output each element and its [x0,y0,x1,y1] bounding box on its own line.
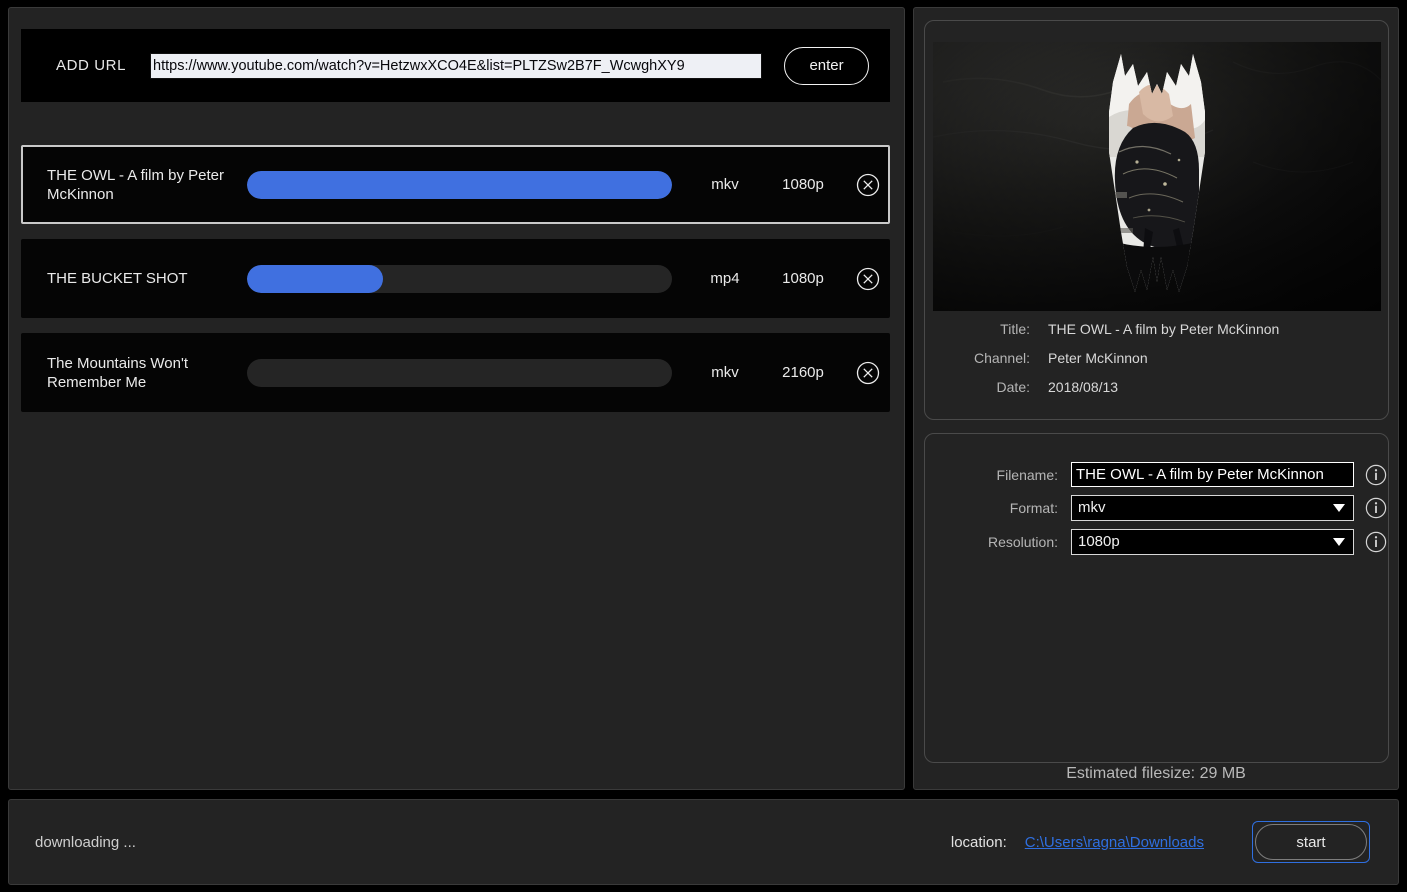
download-options-form: Filename: THE OWL - A film by Peter McKi… [925,462,1388,563]
main-area: ADD URL https://www.youtube.com/watch?v=… [0,0,1407,792]
filename-input[interactable]: THE OWL - A film by Peter McKinnon [1071,462,1354,487]
enter-button[interactable]: enter [784,46,870,85]
estimated-filesize: Estimated filesize: 29 MB [1066,765,1246,782]
close-circle-icon[interactable] [856,173,880,197]
download-format: mp4 [710,270,740,287]
filename-row: Filename: THE OWL - A film by Peter McKi… [925,462,1388,487]
download-row[interactable]: THE BUCKET SHOT mp4 1080p [21,239,890,318]
download-resolution: 2160p [782,364,824,381]
metadata-key: Title: [1000,321,1030,337]
chevron-down-icon [1333,504,1345,512]
resolution-row: Resolution: 1080p [925,529,1388,555]
close-circle-icon[interactable] [856,361,880,385]
metadata-row: Title: THE OWL - A film by Peter McKinno… [925,321,1388,337]
download-list: THE OWL - A film by Peter McKinnon mkv 1… [21,145,890,427]
download-resolution: 1080p [782,270,824,287]
download-title: THE BUCKET SHOT [47,270,188,287]
metadata-row: Channel: Peter McKinnon [925,350,1388,366]
video-info-card: Title: THE OWL - A film by Peter McKinno… [924,20,1389,420]
status-text: downloading ... [35,833,136,851]
metadata-value: 2018/08/13 [1048,379,1119,395]
progress-bar [247,170,672,199]
start-button-focus-ring: start [1252,821,1370,863]
video-metadata: Title: THE OWL - A film by Peter McKinno… [925,321,1388,408]
location-path-link[interactable]: C:\Users\ragna\Downloads [1025,834,1204,851]
download-row[interactable]: THE OWL - A film by Peter McKinnon mkv 1… [21,145,890,224]
info-icon[interactable] [1365,497,1387,519]
resolution-value: 1080p [1078,533,1120,550]
progress-bar [247,358,672,387]
format-value: mkv [1078,499,1106,516]
add-url-label: ADD URL [56,57,127,74]
resolution-select[interactable]: 1080p [1071,529,1354,555]
progress-bar [247,264,672,293]
close-circle-icon[interactable] [856,267,880,291]
download-resolution: 1080p [782,176,824,193]
progress-fill [247,170,672,199]
chevron-down-icon [1333,538,1345,546]
metadata-key: Date: [996,379,1030,395]
video-thumbnail [933,42,1381,311]
download-title: The Mountains Won't Remember Me [47,354,188,391]
downloads-panel: ADD URL https://www.youtube.com/watch?v=… [8,7,905,790]
info-icon[interactable] [1365,531,1387,553]
metadata-key: Channel: [973,350,1030,366]
progress-fill [247,264,383,293]
metadata-value: Peter McKinnon [1048,350,1148,366]
download-format: mkv [711,176,739,193]
status-bar: downloading ... location: C:\Users\ragna… [8,799,1399,885]
location-label: location: [950,833,1007,851]
download-options-card: Filename: THE OWL - A film by Peter McKi… [924,433,1389,763]
download-title: THE OWL - A film by Peter McKinnon [47,166,224,203]
filename-label: Filename: [996,466,1058,483]
resolution-label: Resolution: [987,534,1058,550]
metadata-row: Date: 2018/08/13 [925,379,1388,395]
add-url-bar: ADD URL https://www.youtube.com/watch?v=… [21,29,890,102]
app-window: ADD URL https://www.youtube.com/watch?v=… [0,0,1407,892]
details-panel: Title: THE OWL - A film by Peter McKinno… [913,7,1399,790]
start-button[interactable]: start [1255,824,1367,860]
format-row: Format: mkv [925,495,1388,521]
download-row[interactable]: The Mountains Won't Remember Me mkv 2160… [21,333,890,412]
metadata-value: THE OWL - A film by Peter McKinnon [1048,321,1280,337]
url-input[interactable]: https://www.youtube.com/watch?v=HetzwxXC… [150,52,763,79]
download-format: mkv [711,364,739,381]
info-icon[interactable] [1365,464,1387,486]
format-select[interactable]: mkv [1071,495,1354,521]
format-label: Format: [1009,500,1058,516]
